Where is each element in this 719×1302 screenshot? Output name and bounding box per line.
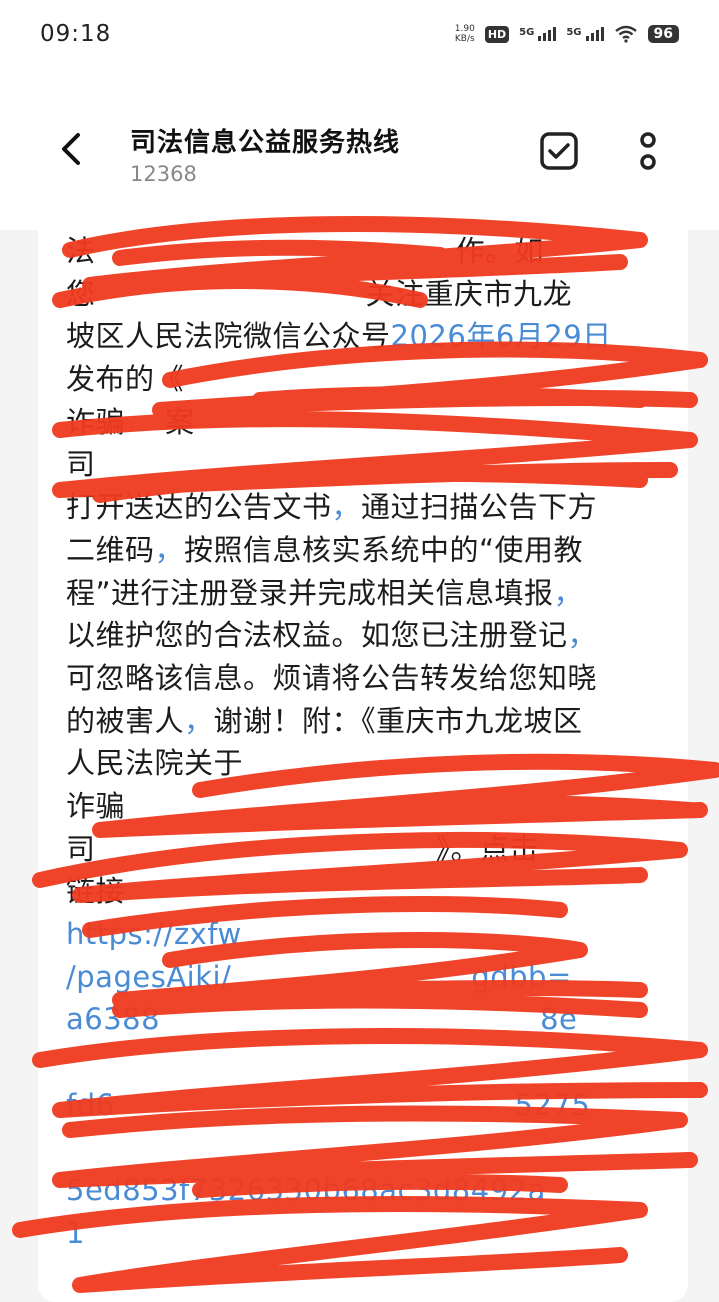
message-line: 程”进行注册登录并完成相关信息填报，: [66, 575, 584, 610]
message-line: 人民法院关于: [66, 746, 244, 781]
message-bubble[interactable]: 法作。如 您关注重庆市九龙 坡区人民法院微信公众号2026年6月29日 发布的《…: [38, 230, 688, 1302]
url-link[interactable]: [66, 1126, 656, 1169]
message-line: 坡区人民法院微信公众号2026年6月29日: [66, 319, 612, 354]
hd-voice-icon: HD: [484, 25, 510, 43]
network-speed: 1.90 KB/s: [455, 24, 475, 44]
message-line: 以维护您的合法权益。如您已注册登记，: [66, 618, 598, 653]
message-line: 您关注重庆市九龙: [66, 276, 573, 311]
wifi-icon: [614, 25, 637, 43]
url-link[interactable]: fd6 5275: [66, 1084, 656, 1127]
message-line: 链接: [66, 874, 126, 909]
signal-bar: [585, 36, 589, 41]
url-link[interactable]: 1: [66, 1212, 656, 1255]
message-list[interactable]: 法作。如 您关注重庆市九龙 坡区人民法院微信公众号2026年6月29日 发布的《…: [0, 230, 719, 1302]
sms-conversation-screen: 09:18 1.90 KB/s HD 5G 5G 96 司法信息公益服务热线 1…: [0, 0, 719, 1302]
message-line: 打开送达的公告文书，通过扫描公告下方: [66, 490, 598, 525]
sim2-signal-icon: 5G: [566, 27, 604, 41]
message-line: 法作。如: [66, 234, 545, 268]
sim2-network-label: 5G: [566, 27, 582, 38]
more-vertical-icon: [640, 132, 656, 170]
battery-icon: 96: [647, 25, 679, 43]
contact-number: 12368: [130, 162, 197, 186]
contact-name: 司法信息公益服务热线: [130, 128, 401, 158]
message-line: 诈骗: [66, 788, 126, 823]
sim1-network-label: 5G: [519, 27, 535, 38]
message-line: 司》。点击: [66, 831, 540, 866]
message-line: 司: [66, 447, 96, 482]
message-line: 诈骗案: [66, 404, 195, 439]
message-line: 发布的《: [66, 362, 185, 397]
status-time: 09:18: [40, 21, 112, 47]
signal-bar: [553, 27, 557, 41]
signal-bar: [543, 33, 547, 41]
url-link[interactable]: https://zxfw: [66, 913, 656, 956]
status-bar: 09:18 1.90 KB/s HD 5G 5G 96: [0, 0, 719, 68]
message-line: 二维码，按照信息核实系统中的“使用教: [66, 532, 584, 567]
chevron-left-icon: [62, 133, 80, 165]
date-link[interactable]: 2026年6月29日: [391, 319, 612, 353]
url-link[interactable]: /pagesAiki/gdbb=: [66, 956, 656, 999]
network-speed-value: 1.90: [454, 24, 475, 34]
url-link[interactable]: [66, 1041, 656, 1084]
multi-select-button[interactable]: [536, 128, 582, 174]
url-link[interactable]: a6388 8e: [66, 998, 656, 1041]
signal-bar: [590, 33, 594, 41]
status-icons: 1.90 KB/s HD 5G 5G 96: [455, 24, 679, 44]
message-line: 可忽略该信息。烦请将公告转发给您知晓: [66, 660, 598, 695]
sim1-signal-icon: 5G: [519, 27, 557, 41]
url-link[interactable]: 5ed853f7326330b68ac3d8492a: [66, 1169, 656, 1212]
signal-bar: [548, 30, 552, 41]
back-button[interactable]: [48, 126, 94, 172]
conversation-header: 司法信息公益服务热线 12368: [0, 100, 719, 230]
network-speed-unit: KB/s: [454, 34, 475, 44]
checkbox-icon: [540, 132, 578, 170]
more-options-button[interactable]: [628, 128, 668, 174]
message-text: 法作。如 您关注重庆市九龙 坡区人民法院微信公众号2026年6月29日 发布的《…: [66, 230, 656, 1255]
signal-bar: [600, 27, 604, 41]
signal-bar: [538, 36, 542, 41]
signal-bar: [595, 30, 599, 41]
message-line: 的被害人，谢谢！附：《重庆市九龙坡区: [66, 703, 583, 738]
